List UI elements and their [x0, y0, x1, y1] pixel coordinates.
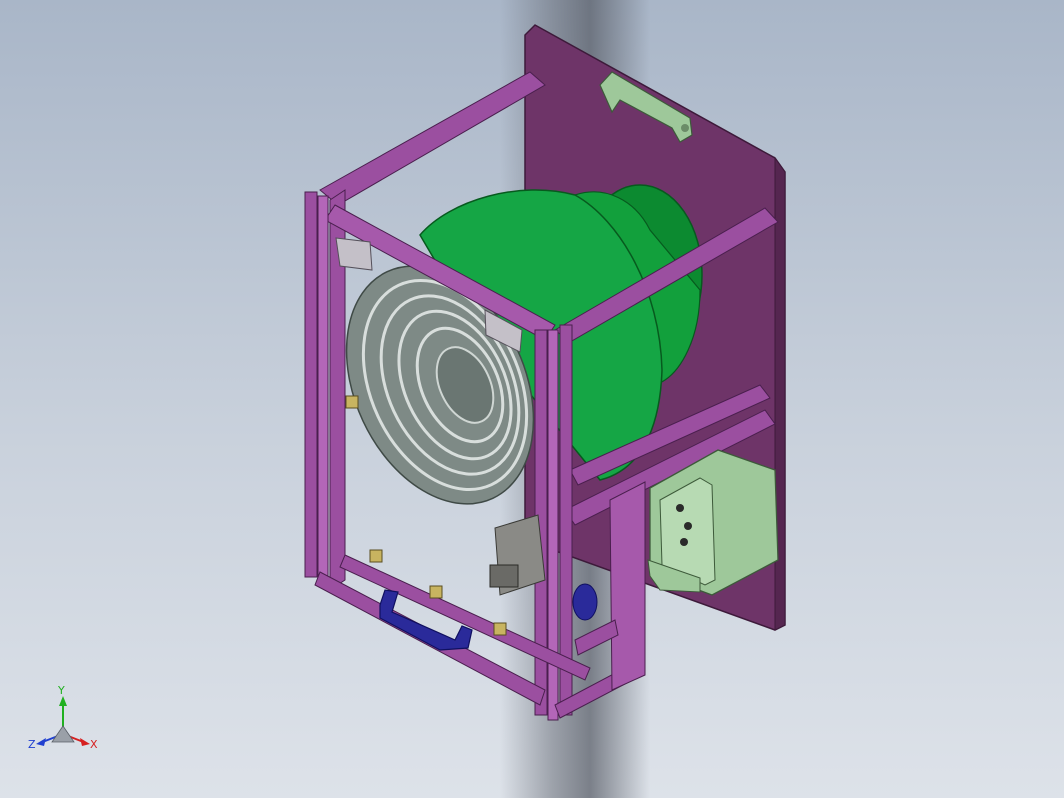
triad-base	[51, 725, 75, 743]
frame-left-post[interactable]	[304, 191, 329, 582]
y-axis-arrow	[59, 696, 67, 706]
z-axis-arrow	[36, 738, 46, 746]
x-axis-arrow	[80, 738, 90, 746]
3d-assembly-model[interactable]	[0, 0, 1064, 798]
orientation-triad[interactable]: Y X Z	[28, 684, 108, 756]
cad-viewport[interactable]: Y X Z	[0, 0, 1064, 798]
x-axis-label: X	[90, 738, 98, 751]
z-axis-label: Z	[28, 738, 36, 751]
y-axis-label: Y	[58, 684, 65, 697]
